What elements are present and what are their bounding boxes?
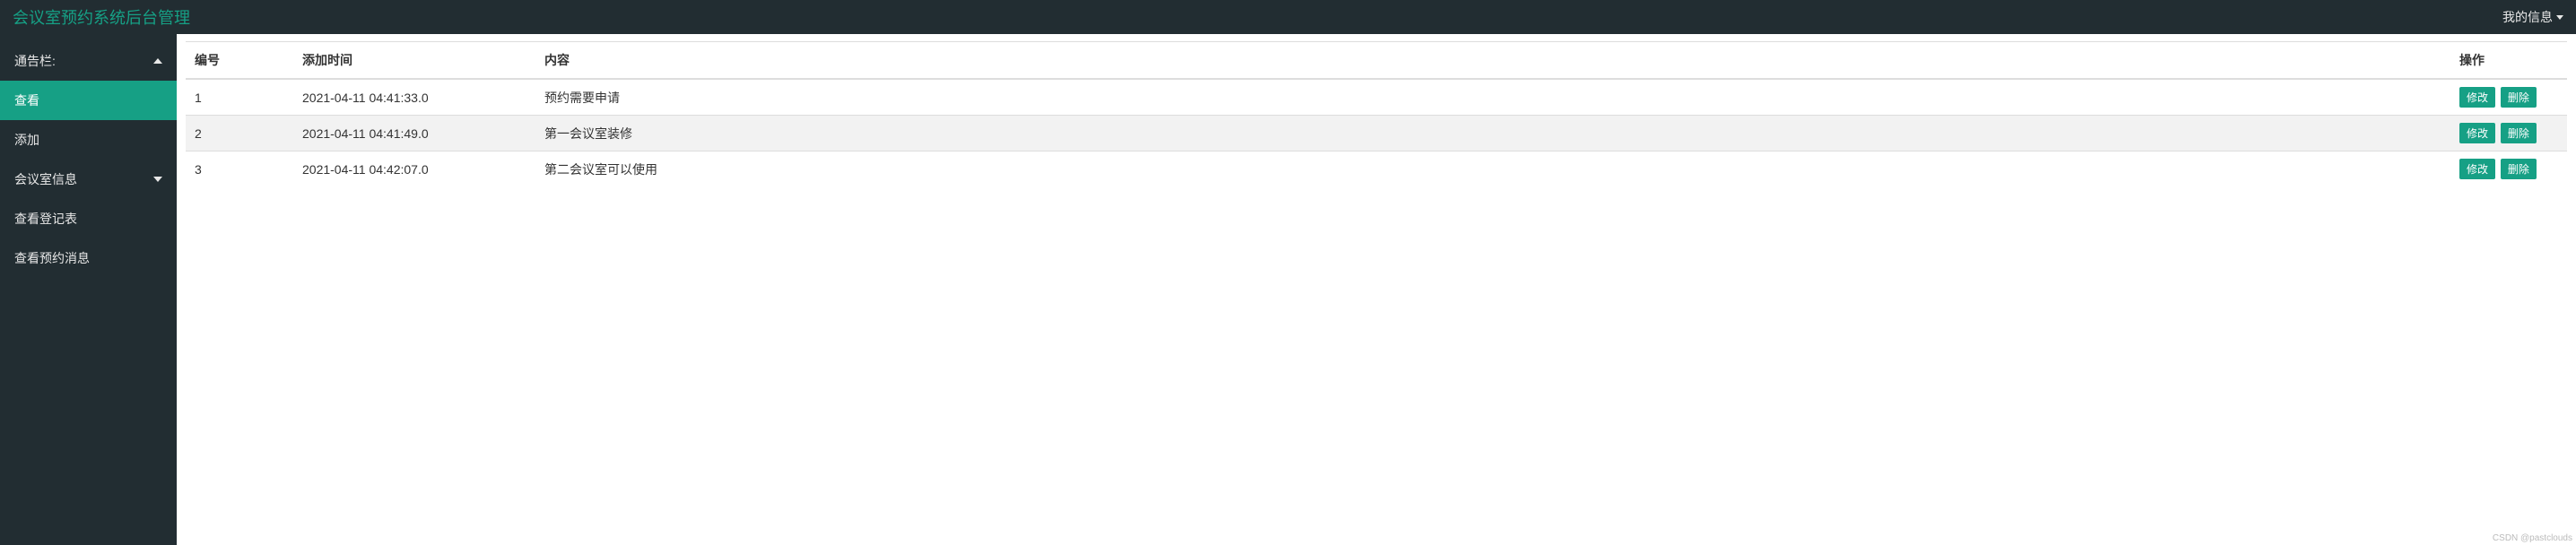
cell-content: 第二会议室可以使用 — [535, 151, 2450, 187]
cell-actions: 修改 删除 — [2450, 79, 2567, 116]
my-info-label: 我的信息 — [2502, 8, 2553, 26]
chevron-up-icon — [153, 58, 162, 64]
main-container: 通告栏: 查看 添加 会议室信息 查看登记表 查看预约消息 编号 添加时间 内容 — [0, 34, 2576, 545]
column-header-action: 操作 — [2450, 42, 2567, 80]
cell-content: 预约需要申请 — [535, 79, 2450, 116]
edit-button[interactable]: 修改 — [2459, 159, 2495, 179]
cell-id: 3 — [186, 151, 293, 187]
sidebar-item-label: 添加 — [14, 131, 39, 149]
cell-id: 2 — [186, 116, 293, 151]
sidebar-item-label: 查看预约消息 — [14, 249, 90, 267]
sidebar-item-view-booking[interactable]: 查看预约消息 — [0, 238, 177, 278]
table-row: 2 2021-04-11 04:41:49.0 第一会议室装修 修改 删除 — [186, 116, 2567, 151]
table-row: 3 2021-04-11 04:42:07.0 第二会议室可以使用 修改 删除 — [186, 151, 2567, 187]
chevron-down-icon — [153, 177, 162, 182]
column-header-time: 添加时间 — [293, 42, 535, 80]
cell-time: 2021-04-11 04:41:49.0 — [293, 116, 535, 151]
sidebar-item-view[interactable]: 查看 — [0, 81, 177, 120]
delete-button[interactable]: 删除 — [2501, 123, 2537, 143]
sidebar-item-label: 会议室信息 — [14, 170, 77, 188]
main-content: 编号 添加时间 内容 操作 1 2021-04-11 04:41:33.0 预约… — [177, 34, 2576, 545]
cell-actions: 修改 删除 — [2450, 116, 2567, 151]
delete-button[interactable]: 删除 — [2501, 87, 2537, 108]
cell-time: 2021-04-11 04:42:07.0 — [293, 151, 535, 187]
sidebar-item-view-register[interactable]: 查看登记表 — [0, 199, 177, 238]
table-header-row: 编号 添加时间 内容 操作 — [186, 42, 2567, 80]
sidebar-item-label: 查看登记表 — [14, 210, 77, 228]
chevron-down-icon — [2556, 15, 2563, 20]
my-info-dropdown[interactable]: 我的信息 — [2502, 8, 2563, 26]
edit-button[interactable]: 修改 — [2459, 123, 2495, 143]
cell-id: 1 — [186, 79, 293, 116]
sidebar-item-add[interactable]: 添加 — [0, 120, 177, 160]
cell-time: 2021-04-11 04:41:33.0 — [293, 79, 535, 116]
cell-content: 第一会议室装修 — [535, 116, 2450, 151]
table-row: 1 2021-04-11 04:41:33.0 预约需要申请 修改 删除 — [186, 79, 2567, 116]
notice-table: 编号 添加时间 内容 操作 1 2021-04-11 04:41:33.0 预约… — [186, 41, 2567, 186]
delete-button[interactable]: 删除 — [2501, 159, 2537, 179]
column-header-id: 编号 — [186, 42, 293, 80]
sidebar: 通告栏: 查看 添加 会议室信息 查看登记表 查看预约消息 — [0, 34, 177, 545]
watermark: CSDN @pastclouds — [2493, 533, 2572, 543]
sidebar-item-room-info[interactable]: 会议室信息 — [0, 160, 177, 199]
edit-button[interactable]: 修改 — [2459, 87, 2495, 108]
sidebar-item-label: 查看 — [14, 91, 39, 109]
column-header-content: 内容 — [535, 42, 2450, 80]
sidebar-item-notice-board[interactable]: 通告栏: — [0, 41, 177, 81]
cell-actions: 修改 删除 — [2450, 151, 2567, 187]
sidebar-item-label: 通告栏: — [14, 52, 56, 70]
top-header: 会议室预约系统后台管理 我的信息 — [0, 0, 2576, 34]
app-title: 会议室预约系统后台管理 — [13, 5, 190, 29]
